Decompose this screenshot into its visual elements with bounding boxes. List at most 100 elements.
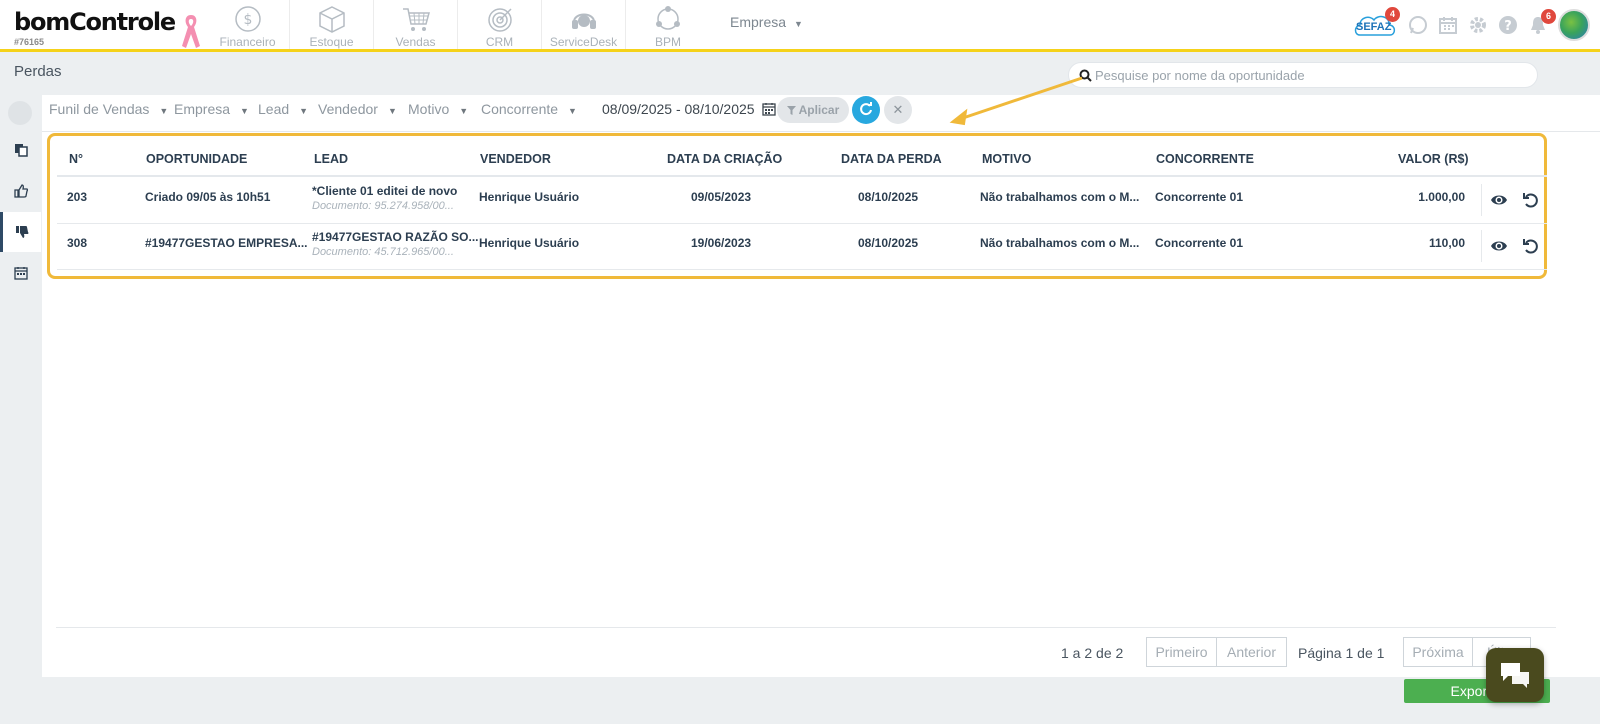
module-servicedesk[interactable]: ServiceDesk bbox=[542, 0, 626, 49]
whatsapp-icon[interactable] bbox=[1408, 15, 1428, 35]
cell-lead[interactable]: *Cliente 01 editei de novo bbox=[312, 184, 457, 198]
header-divider bbox=[57, 175, 1547, 177]
top-header: bomControle #76165 $ Financeiro Estoque … bbox=[0, 0, 1600, 52]
caret-down-icon: ▼ bbox=[459, 106, 469, 116]
cell-competitor: Concorrente 01 bbox=[1155, 236, 1244, 250]
caret-down-icon: ▼ bbox=[299, 106, 309, 116]
column-header-number[interactable]: N° bbox=[69, 152, 83, 166]
pink-ribbon-icon bbox=[180, 12, 202, 55]
cell-lost: 08/10/2025 bbox=[858, 190, 919, 204]
box-icon bbox=[318, 6, 345, 33]
calendar-icon bbox=[13, 267, 28, 280]
column-header-seller[interactable]: VENDEDOR bbox=[480, 152, 551, 166]
sidebar-item-calendar[interactable] bbox=[0, 253, 41, 293]
left-sidebar bbox=[0, 95, 41, 695]
module-label: Financeiro bbox=[219, 35, 276, 49]
column-header-lead[interactable]: LEAD bbox=[314, 152, 348, 166]
undo-icon[interactable] bbox=[1522, 192, 1540, 208]
calendar-icon[interactable] bbox=[1438, 15, 1458, 35]
column-header-reason[interactable]: MOTIVO bbox=[982, 152, 1031, 166]
chat-bubble-icon bbox=[1501, 663, 1529, 688]
apply-button[interactable]: Aplicar bbox=[777, 97, 849, 123]
sidebar-item-won[interactable] bbox=[0, 171, 41, 211]
filter-seller[interactable]: Vendedor ▼ bbox=[318, 101, 397, 117]
notifications-badge: 6 bbox=[1541, 9, 1556, 24]
table-row[interactable]: 203 Criado 09/05 às 10h51 *Cliente 01 ed… bbox=[57, 178, 1547, 224]
cell-opportunity[interactable]: #19477GESTAO EMPRESA... bbox=[145, 236, 308, 250]
sefaz-label: SEFAZ bbox=[1356, 21, 1392, 33]
date-range-picker[interactable]: 08/09/2025 - 08/10/2025 bbox=[602, 101, 777, 117]
svg-text:?: ? bbox=[1504, 19, 1512, 34]
row-actions bbox=[1481, 184, 1547, 216]
module-bpm[interactable]: BPM bbox=[626, 0, 710, 49]
cell-lead-document: Documento: 95.274.958/00... bbox=[312, 200, 454, 212]
filter-funnel[interactable]: Funil de Vendas ▼ bbox=[49, 101, 168, 117]
filter-competitor[interactable]: Concorrente ▼ bbox=[481, 101, 577, 117]
headset-icon bbox=[571, 13, 596, 29]
filter-label: Lead bbox=[258, 101, 290, 117]
cell-number: 203 bbox=[67, 190, 88, 204]
column-header-value[interactable]: VALOR (R$) bbox=[1398, 152, 1469, 166]
cell-number: 308 bbox=[67, 236, 88, 250]
cell-value: 110,00 bbox=[1428, 236, 1465, 250]
column-header-created[interactable]: DATA DA CRIAÇÃO bbox=[667, 152, 782, 166]
page-title: Perdas bbox=[14, 63, 62, 80]
company-menu[interactable]: Empresa ▼ bbox=[730, 14, 803, 30]
apply-label: Aplicar bbox=[798, 103, 840, 117]
filter-company[interactable]: Empresa ▼ bbox=[174, 101, 249, 117]
eye-icon[interactable] bbox=[1490, 238, 1508, 254]
undo-icon[interactable] bbox=[1522, 238, 1540, 254]
date-range-value: 08/09/2025 - 08/10/2025 bbox=[602, 101, 755, 117]
cart-icon bbox=[402, 8, 430, 31]
clear-filters-button[interactable]: ✕ bbox=[884, 96, 912, 124]
bell-icon[interactable]: 6 bbox=[1528, 9, 1556, 35]
module-label: Estoque bbox=[309, 35, 354, 49]
column-header-lost[interactable]: DATA DA PERDA bbox=[841, 152, 942, 166]
cell-lost: 08/10/2025 bbox=[858, 236, 919, 250]
cell-value: 1.000,00 bbox=[1418, 190, 1465, 204]
account-id: #76165 bbox=[14, 37, 45, 47]
module-crm[interactable]: CRM bbox=[458, 0, 542, 49]
sefaz-button[interactable]: SEFAZ 4 bbox=[1352, 7, 1400, 39]
column-header-opportunity[interactable]: OPORTUNIDADE bbox=[146, 152, 247, 166]
app-logo[interactable]: bomControle bbox=[14, 8, 176, 36]
cell-lead[interactable]: #19477GESTAO RAZÃO SO... bbox=[312, 230, 479, 244]
cell-reason: Não trabalhamos com o M... bbox=[980, 236, 1140, 250]
gear-icon[interactable] bbox=[1468, 15, 1488, 35]
header-actions: SEFAZ 4 ? 6 bbox=[1352, 6, 1590, 44]
sidebar-item-opportunities[interactable] bbox=[0, 130, 41, 170]
filter-label: Concorrente bbox=[481, 101, 559, 117]
svg-text:$: $ bbox=[243, 12, 252, 28]
collapse-toggle-icon[interactable] bbox=[8, 101, 32, 125]
filter-icon bbox=[786, 106, 796, 115]
module-vendas[interactable]: Vendas bbox=[374, 0, 458, 49]
table-row[interactable]: 308 #19477GESTAO EMPRESA... #19477GESTAO… bbox=[57, 224, 1547, 270]
module-label: BPM bbox=[654, 35, 681, 49]
chat-widget[interactable] bbox=[1486, 648, 1544, 702]
sefaz-badge: 4 bbox=[1385, 7, 1400, 22]
eye-icon[interactable] bbox=[1490, 192, 1508, 208]
process-icon bbox=[656, 6, 680, 30]
previous-page-button[interactable]: Anterior bbox=[1216, 637, 1287, 667]
caret-down-icon: ▼ bbox=[794, 19, 803, 29]
search-input[interactable] bbox=[1095, 66, 1525, 84]
refresh-button[interactable] bbox=[852, 96, 880, 124]
module-financeiro[interactable]: $ Financeiro bbox=[206, 0, 290, 49]
cell-opportunity[interactable]: Criado 09/05 às 10h51 bbox=[145, 190, 270, 204]
user-avatar[interactable] bbox=[1558, 9, 1590, 41]
company-menu-label: Empresa bbox=[730, 14, 787, 30]
help-icon[interactable]: ? bbox=[1498, 15, 1518, 35]
search-box bbox=[1068, 62, 1538, 88]
sidebar-item-lost[interactable] bbox=[0, 212, 41, 252]
cell-created: 19/06/2023 bbox=[691, 236, 752, 250]
cell-reason: Não trabalhamos com o M... bbox=[980, 190, 1140, 204]
first-page-button[interactable]: Primeiro bbox=[1146, 637, 1217, 667]
thumbs-up-icon bbox=[13, 184, 28, 198]
filter-bar: Funil de Vendas ▼ Empresa ▼ Lead ▼ Vendedor… bbox=[42, 95, 1600, 132]
calendar-icon bbox=[762, 103, 777, 116]
column-header-competitor[interactable]: CONCORRENTE bbox=[1156, 152, 1254, 166]
filter-lead[interactable]: Lead ▼ bbox=[258, 101, 308, 117]
next-page-button[interactable]: Próxima bbox=[1403, 637, 1473, 667]
filter-reason[interactable]: Motivo ▼ bbox=[408, 101, 468, 117]
module-estoque[interactable]: Estoque bbox=[290, 0, 374, 49]
